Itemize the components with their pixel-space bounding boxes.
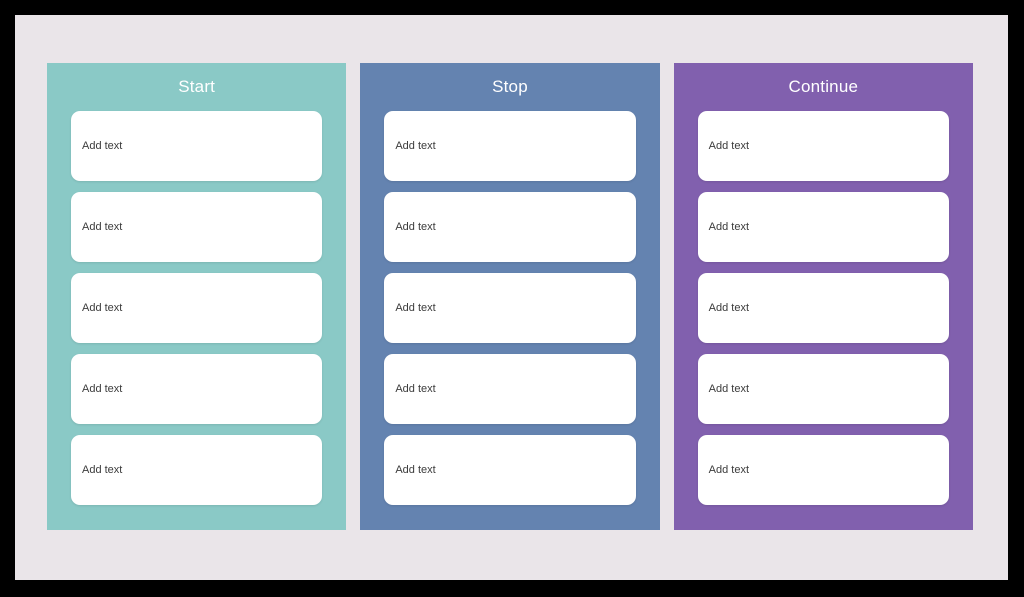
- card[interactable]: Add text: [71, 435, 323, 505]
- card-stack-start: Add text Add text Add text Add text Add text: [71, 111, 323, 505]
- card-text[interactable]: Add text: [395, 301, 435, 315]
- card-text[interactable]: Add text: [709, 463, 749, 477]
- card-text[interactable]: Add text: [82, 463, 122, 477]
- column-title-start[interactable]: Start: [71, 63, 322, 111]
- column-title-stop[interactable]: Stop: [384, 63, 635, 111]
- column-start: Start Add text Add text Add text Add text Add…: [47, 63, 347, 530]
- card-text[interactable]: Add text: [709, 382, 749, 396]
- card[interactable]: Add text: [697, 192, 949, 262]
- card-text[interactable]: Add text: [709, 139, 749, 153]
- card[interactable]: Add text: [384, 354, 636, 424]
- card[interactable]: Add text: [384, 111, 636, 181]
- card[interactable]: Add text: [71, 273, 323, 343]
- card[interactable]: Add text: [697, 111, 949, 181]
- card[interactable]: Add text: [71, 111, 323, 181]
- board-columns: Start Add text Add text Add text Add text Add…: [47, 63, 973, 530]
- app-frame: Start Add text Add text Add text Add text Add…: [0, 0, 1024, 597]
- column-stop: Stop Add text Add text Add text Add text Add …: [360, 63, 660, 530]
- card[interactable]: Add text: [71, 354, 323, 424]
- card[interactable]: Add text: [697, 354, 949, 424]
- card-text[interactable]: Add text: [709, 220, 749, 234]
- column-title-continue[interactable]: Continue: [698, 63, 949, 111]
- card-text[interactable]: Add text: [82, 382, 122, 396]
- card[interactable]: Add text: [384, 435, 636, 505]
- board-canvas: Start Add text Add text Add text Add text Add…: [15, 15, 1008, 580]
- card-text[interactable]: Add text: [395, 220, 435, 234]
- card[interactable]: Add text: [384, 273, 636, 343]
- card-text[interactable]: Add text: [395, 382, 435, 396]
- card-text[interactable]: Add text: [395, 463, 435, 477]
- card-text[interactable]: Add text: [82, 301, 122, 315]
- card[interactable]: Add text: [697, 435, 949, 505]
- card[interactable]: Add text: [71, 192, 323, 262]
- card-text[interactable]: Add text: [82, 139, 122, 153]
- card-text[interactable]: Add text: [82, 220, 122, 234]
- column-continue: Continue Add text Add text Add text Add text…: [673, 63, 973, 530]
- card-stack-continue: Add text Add text Add text Add text Add text: [697, 111, 949, 505]
- card[interactable]: Add text: [384, 192, 636, 262]
- card[interactable]: Add text: [697, 273, 949, 343]
- card-stack-stop: Add text Add text Add text Add text Add text: [384, 111, 636, 505]
- card-text[interactable]: Add text: [709, 301, 749, 315]
- card-text[interactable]: Add text: [395, 139, 435, 153]
